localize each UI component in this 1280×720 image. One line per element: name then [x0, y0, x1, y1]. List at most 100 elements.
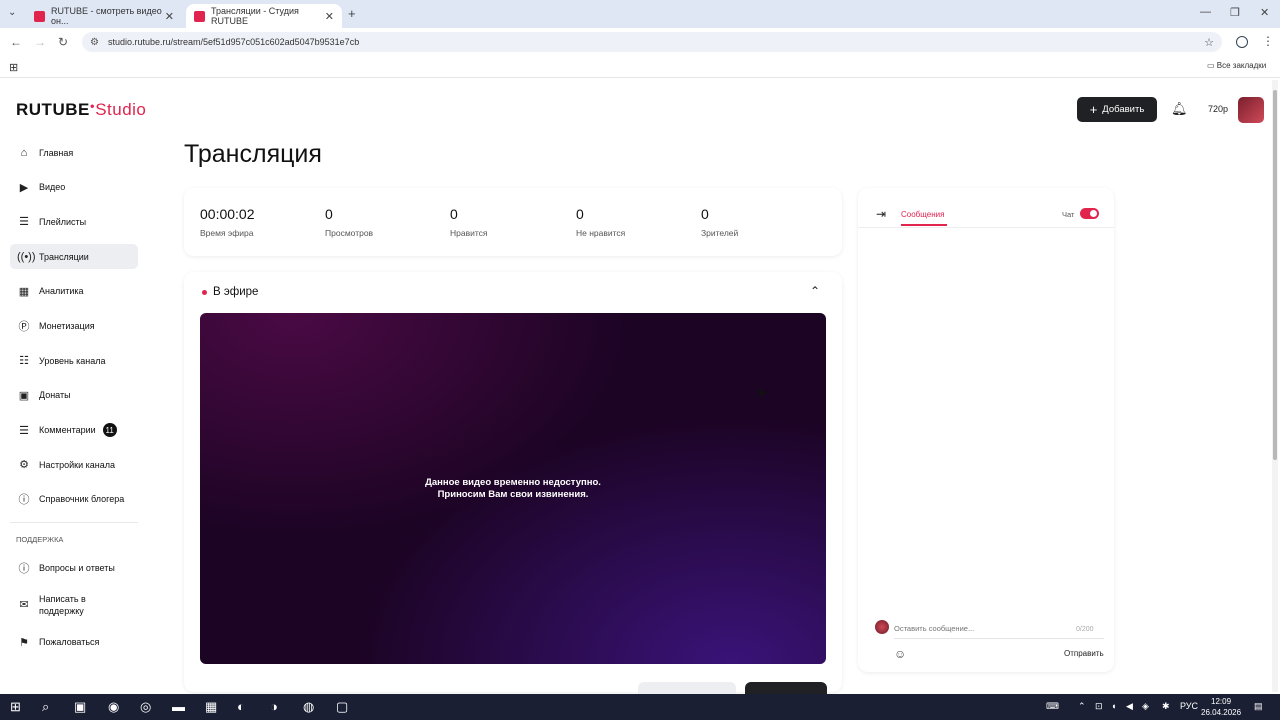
close-window-icon[interactable]: ✕ [1260, 6, 1269, 19]
sidebar-item-write-support[interactable]: ✉ Написать в поддержку [10, 590, 138, 620]
stream-stats-card: 00:00:02 Время эфира 0 Просмотров 0 Нравитс… [184, 188, 842, 256]
keyboard-icon[interactable]: ⌨ [1046, 701, 1059, 712]
faq-icon: ⓘ [18, 563, 30, 576]
quality-label[interactable]: 720p [1208, 104, 1228, 114]
chevron-up-icon[interactable]: ⌃ [810, 284, 820, 298]
sidebar-item-label: Настройки канала [39, 459, 116, 470]
home-icon: ⌂ [20, 146, 28, 159]
network-icon[interactable]: ⊡ [1095, 701, 1103, 712]
sidebar-item-playlists[interactable]: ☰ Плейлисты [10, 209, 138, 234]
primary-action-button[interactable] [745, 682, 827, 694]
site-info-icon[interactable]: ⚙ [90, 37, 102, 48]
clock-date: 26.04.2026 [1201, 708, 1242, 717]
sidebar-item-label: Пожаловаться [39, 637, 100, 648]
send-button[interactable]: Отправить [1064, 649, 1104, 658]
system-clock[interactable]: 12:09 26.04.2026 [1201, 696, 1241, 718]
live-stream-card: В эфире ⌃ Данное видео временно недоступ… [184, 272, 842, 692]
sidebar-item-video[interactable]: ▶ Видео [10, 175, 138, 200]
tab-search-icon[interactable]: ⌄ [8, 7, 16, 18]
sidebar-item-blogger-guide[interactable]: ⓘ Справочник блогера [10, 487, 138, 512]
page-title: Трансляция [184, 140, 322, 168]
browser-tab-rutube[interactable]: RUTUBE - смотреть видео он... ✕ [26, 4, 182, 28]
sidebar-item-broadcasts[interactable]: ((•)) Трансляции [10, 244, 138, 270]
active-tab-indicator [901, 224, 947, 226]
sidebar-item-label: Вопросы и ответы [39, 563, 115, 574]
plus-icon: + [1089, 102, 1098, 117]
windows-taskbar: ⊞ ⌕ ▣ ◉ ◎ ▬ ▦ ◐ ◑ ◍ ▢ ⌨ ⌃ ⊡ ◖ ◀ ◈ ✱ РУС … [0, 694, 1280, 720]
minimize-icon[interactable]: — [1200, 6, 1211, 18]
rutube-studio-logo[interactable]: RUTUBE●Studio [16, 100, 146, 120]
notifications-bell-icon[interactable]: 🔔︎ [1171, 101, 1188, 117]
edge-icon[interactable]: ◉ [108, 699, 119, 715]
sidebar: ⌂ Главная ▶ Видео ☰ Плейлисты ((•)) Трансляц… [10, 140, 138, 665]
close-tab-icon[interactable]: ✕ [165, 10, 174, 23]
apps-grid-icon[interactable]: ⊞ [9, 61, 18, 74]
sidebar-item-channel-settings[interactable]: ⚙ Настройки канала [10, 452, 138, 477]
sidebar-item-home[interactable]: ⌂ Главная [10, 140, 138, 165]
sidebar-item-analytics[interactable]: ▦ Аналитика [10, 279, 138, 304]
chrome-icon[interactable]: ◎ [140, 699, 151, 715]
sidebar-item-monetization[interactable]: Ⓟ Монетизация [10, 313, 138, 338]
sidebar-item-label: Видео [39, 182, 66, 193]
stat-air-time: 00:00:02 Время эфира [200, 206, 255, 238]
sidebar-item-faq[interactable]: ⓘ Вопросы и ответы [10, 556, 138, 581]
video-player[interactable]: Данное видео временно недоступно. Принос… [200, 313, 826, 664]
chat-toggle[interactable] [1080, 208, 1099, 219]
bookmark-star-icon[interactable]: ☆ [1204, 36, 1214, 49]
tray-expand-icon[interactable]: ⌃ [1078, 701, 1086, 712]
volume-icon[interactable]: ◀ [1126, 701, 1133, 712]
page-scrollbar[interactable] [1272, 80, 1278, 692]
stat-label: Нравится [450, 228, 488, 238]
sidebar-item-report[interactable]: ⚑ Пожаловаться [10, 630, 138, 655]
browser-tab-studio[interactable]: Трансляции - Студия RUTUBE ✕ [186, 4, 342, 28]
all-bookmarks-link[interactable]: ▭ Все закладки [1207, 61, 1266, 70]
mouse-cursor-icon: ➤ [756, 384, 768, 400]
profile-icon[interactable] [1236, 36, 1248, 48]
mic-icon[interactable]: ◖ [1111, 701, 1116, 711]
file-explorer-icon[interactable]: ▬ [172, 699, 185, 714]
secondary-action-button[interactable] [638, 682, 736, 694]
chat-toggle-label: Чат [1062, 210, 1075, 219]
notifications-icon[interactable]: ▤ [1254, 701, 1263, 712]
add-button[interactable]: + Добавить [1077, 97, 1157, 122]
back-icon[interactable]: ← [10, 35, 22, 49]
language-indicator[interactable]: РУС [1180, 701, 1198, 711]
windows-start-icon[interactable]: ⊞ [10, 699, 21, 715]
address-bar-row: ← → ↻ ⚙ studio.rutube.ru/stream/5ef51d95… [0, 28, 1280, 56]
close-tab-icon[interactable]: ✕ [325, 10, 334, 23]
obs-icon[interactable]: ◍ [303, 699, 314, 715]
emoji-icon[interactable]: ☺ [894, 647, 906, 661]
gpu-icon[interactable]: ◈ [1142, 701, 1149, 712]
sidebar-item-comments[interactable]: ☰ Комментарии 11 [10, 418, 138, 443]
store-icon[interactable]: ▦ [205, 699, 217, 715]
search-icon[interactable]: ⌕ [42, 699, 49, 715]
task-view-icon[interactable]: ▣ [74, 699, 86, 715]
bluetooth-icon[interactable]: ✱ [1162, 701, 1170, 712]
stat-label: Зрителей [701, 228, 739, 238]
chat-message-input[interactable] [894, 621, 1104, 635]
omnibox[interactable]: ⚙ studio.rutube.ru/stream/5ef51d957c051c… [82, 32, 1222, 52]
sidebar-item-channel-level[interactable]: ☷ Уровень канала [10, 348, 138, 373]
reload-icon[interactable]: ↻ [58, 35, 68, 49]
steam-icon[interactable]: ◐ [237, 699, 245, 714]
forward-icon[interactable]: → [34, 35, 46, 49]
sidebar-item-label: Донаты [39, 390, 71, 401]
channel-level-icon: ☷ [19, 355, 29, 368]
sidebar-item-donations[interactable]: ▣ Донаты [10, 383, 138, 408]
sidebar-item-label: Главная [39, 147, 74, 158]
new-tab-icon[interactable]: + [348, 6, 356, 21]
broadcast-icon: ((•)) [17, 250, 36, 263]
tab-messages[interactable]: Сообщения [901, 210, 944, 219]
user-avatar[interactable] [1238, 97, 1264, 123]
sidebar-item-label: Плейлисты [39, 216, 87, 227]
comments-count-badge: 11 [102, 423, 117, 437]
tab-title: RUTUBE - смотреть видео он... [51, 6, 162, 26]
maximize-icon[interactable]: ❐ [1230, 6, 1240, 19]
app-icon[interactable]: ▢ [336, 699, 348, 715]
collapse-panel-icon[interactable]: ⇥ [876, 207, 886, 221]
steam-alt-icon[interactable]: ◑ [270, 699, 278, 714]
browser-menu-icon[interactable]: ⋮ [1262, 34, 1274, 48]
mail-icon: ✉ [19, 599, 29, 612]
scrollbar-thumb[interactable] [1273, 90, 1277, 460]
tab-title: Трансляции - Студия RUTUBE [211, 6, 299, 26]
